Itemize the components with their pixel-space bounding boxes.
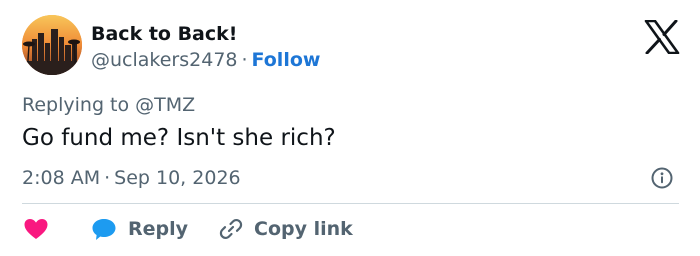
replying-to-label: Replying to @TMZ: [22, 94, 196, 116]
handle-separator: ·: [241, 49, 248, 71]
like-button[interactable]: [22, 216, 50, 242]
x-logo-icon[interactable]: [644, 19, 680, 55]
link-icon: [219, 218, 243, 240]
tweet-text: Go fund me? Isn't she rich?: [22, 125, 336, 151]
reply-button[interactable]: Reply: [90, 216, 188, 242]
tweet-card: Back to Back! @uclakers2478 · Follow Reply…: [0, 0, 700, 256]
tweet-date: Sep 10, 2026: [114, 167, 241, 189]
follow-button[interactable]: Follow: [252, 49, 321, 71]
copy-link-label: Copy link: [254, 218, 353, 240]
tweet-time: 2:08 AM: [22, 167, 101, 189]
info-icon[interactable]: [651, 167, 673, 189]
avatar[interactable]: [22, 15, 82, 75]
author-handle[interactable]: @uclakers2478: [91, 49, 238, 71]
heart-icon: [24, 219, 48, 239]
speech-bubble-icon: [92, 219, 116, 240]
timestamp-separator: ·: [104, 167, 111, 189]
action-bar: Reply Copy link: [22, 216, 353, 242]
tweet-timestamp[interactable]: 2:08 AM · Sep 10, 2026: [22, 166, 241, 190]
author-display-name[interactable]: Back to Back!: [91, 22, 237, 46]
avatar-skyline-image: [22, 15, 82, 75]
author-handle-row: @uclakers2478 · Follow: [91, 48, 320, 72]
copy-link-button[interactable]: Copy link: [218, 216, 353, 242]
reply-label: Reply: [128, 218, 189, 240]
action-divider: [22, 203, 679, 204]
